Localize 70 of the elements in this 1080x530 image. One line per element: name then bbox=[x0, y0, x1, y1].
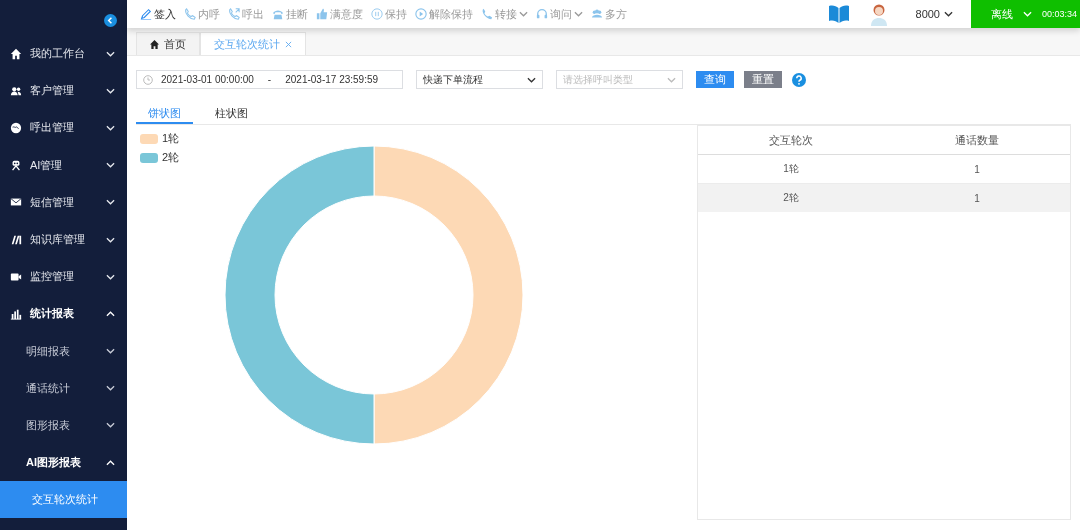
flow-select[interactable]: 快递下单流程 bbox=[416, 70, 543, 89]
extension-dropdown[interactable]: 8000 bbox=[909, 7, 959, 21]
date-range-field[interactable]: 2021-03-01 00:00:00 - 2021-03-17 23:59:59 bbox=[136, 70, 403, 89]
users-icon bbox=[10, 84, 22, 97]
caret-icon bbox=[1023, 11, 1032, 17]
sidebar-item[interactable]: 通话统计 bbox=[0, 369, 127, 407]
sidebar-item[interactable]: 统计报表 bbox=[0, 295, 127, 333]
pause-icon bbox=[371, 8, 383, 20]
phone-icon bbox=[481, 8, 493, 20]
chevron-icon bbox=[106, 422, 115, 429]
table-cell-text: 1 bbox=[973, 163, 981, 175]
toolbar-button[interactable]: 签入 bbox=[140, 6, 176, 22]
sidebar-item[interactable]: 客户管理 bbox=[0, 72, 127, 110]
caret-icon bbox=[667, 76, 676, 83]
sidebar-item[interactable]: 我的工作台 bbox=[0, 35, 127, 73]
chart-tab[interactable]: 柱状图 bbox=[203, 105, 260, 124]
chevron-icon bbox=[106, 459, 115, 466]
call-timer: 00:03:34 bbox=[1042, 9, 1078, 19]
reset-button[interactable]: 重置 bbox=[744, 71, 782, 88]
chevron-icon bbox=[106, 124, 115, 131]
home-icon bbox=[150, 39, 159, 49]
chevron-icon bbox=[106, 236, 115, 243]
phone-icon bbox=[228, 8, 240, 20]
globe-icon bbox=[10, 121, 22, 134]
column-header: 交互轮次 bbox=[768, 132, 814, 148]
sidebar-item[interactable]: 明细报表 bbox=[0, 332, 127, 370]
chevron-icon bbox=[106, 199, 115, 206]
thumbs-up-icon bbox=[316, 8, 328, 20]
avatar-icon bbox=[869, 2, 888, 26]
caret-icon bbox=[527, 76, 536, 83]
sidebar-item[interactable]: 知识库管理 bbox=[0, 220, 127, 259]
table-cell-text: 1 bbox=[973, 192, 981, 204]
sidebar-item[interactable]: AI管理 bbox=[0, 146, 127, 184]
headset-icon bbox=[536, 8, 548, 20]
chevron-icon bbox=[106, 273, 115, 280]
bar-chart-icon bbox=[10, 307, 22, 320]
caret-icon bbox=[519, 11, 528, 17]
chart-tab[interactable]: 饼状图 bbox=[136, 105, 193, 124]
page-tab[interactable]: 首页 bbox=[136, 32, 200, 55]
phone-icon bbox=[184, 8, 196, 20]
chevron-icon bbox=[106, 50, 115, 57]
table-cell-text: 2轮 bbox=[782, 191, 800, 205]
sidebar-item[interactable]: 监控管理 bbox=[0, 258, 127, 296]
sidebar-item[interactable]: 呼出管理 bbox=[0, 109, 127, 147]
book-icon[interactable] bbox=[827, 4, 850, 24]
people-icon bbox=[591, 8, 603, 20]
legend-label: 2轮 bbox=[162, 150, 180, 165]
pen-icon bbox=[140, 8, 152, 20]
legend-label: 1轮 bbox=[162, 131, 180, 146]
robot-icon bbox=[10, 159, 22, 172]
chevron-icon bbox=[106, 310, 115, 317]
books-icon bbox=[10, 233, 22, 246]
home-icon bbox=[10, 47, 22, 60]
telephone-icon bbox=[272, 8, 284, 20]
column-header: 通话数量 bbox=[954, 132, 1000, 148]
chevron-icon bbox=[106, 162, 115, 169]
caret-icon bbox=[574, 11, 583, 17]
sidebar-item[interactable]: 短信管理 bbox=[0, 183, 127, 221]
help-icon[interactable] bbox=[792, 72, 806, 87]
clock-icon bbox=[143, 74, 153, 85]
sidebar-item[interactable]: AI图形报表 bbox=[0, 444, 127, 482]
close-icon[interactable] bbox=[285, 40, 292, 48]
sidebar-item[interactable]: 图形报表 bbox=[0, 406, 127, 445]
collapse-icon[interactable] bbox=[104, 14, 117, 27]
chevron-icon bbox=[106, 87, 115, 94]
caret-icon bbox=[944, 11, 953, 17]
chevron-icon bbox=[106, 385, 115, 392]
play-icon bbox=[415, 8, 427, 20]
chevron-icon bbox=[106, 348, 115, 355]
table-cell-text: 1轮 bbox=[782, 162, 800, 176]
